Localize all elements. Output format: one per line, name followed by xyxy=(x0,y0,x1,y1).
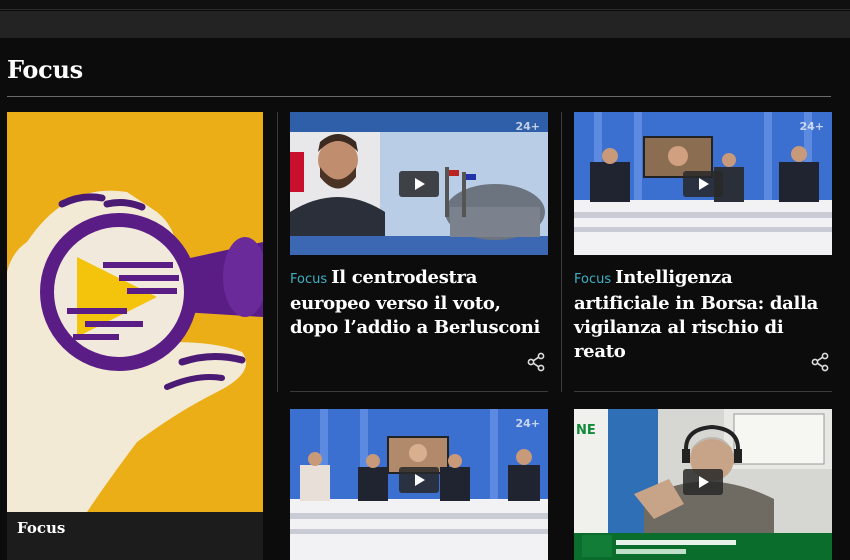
card-headline[interactable]: Focus Intelligenza artificiale in Borsa: … xyxy=(574,266,832,364)
card-headline[interactable]: Focus Il centrodestra europeo verso il vo… xyxy=(290,266,548,340)
video-thumbnail[interactable]: 24+ xyxy=(574,112,832,255)
headline-text[interactable]: Il centrodestra europeo verso il voto, d… xyxy=(290,267,540,338)
column-divider xyxy=(277,112,278,392)
kicker-label[interactable]: Focus xyxy=(290,272,327,287)
feature-label[interactable]: Focus xyxy=(17,519,65,537)
channel-logo: 24+ xyxy=(515,120,540,133)
section-title: Focus xyxy=(7,55,83,84)
channel-logo: 24+ xyxy=(515,417,540,430)
video-thumbnail[interactable]: NE xyxy=(574,409,832,560)
section-divider xyxy=(7,96,831,97)
row-divider xyxy=(574,391,832,392)
video-thumbnail[interactable]: 24+ xyxy=(290,112,548,255)
channel-logo: NE xyxy=(576,423,596,438)
column-divider xyxy=(561,112,562,392)
magnifier-hand-illustration xyxy=(7,112,263,512)
kicker-label[interactable]: Focus xyxy=(574,272,611,287)
video-card[interactable]: 24+ xyxy=(290,409,548,560)
top-bar xyxy=(0,0,850,10)
play-icon[interactable] xyxy=(683,170,723,197)
video-thumbnail[interactable]: 24+ xyxy=(290,409,548,560)
share-icon[interactable] xyxy=(810,352,830,372)
video-card[interactable]: 24+ Focus Intelligenza artificiale in Bor… xyxy=(574,112,832,364)
navigation-bar xyxy=(0,11,850,38)
share-icon[interactable] xyxy=(526,352,546,372)
play-icon[interactable] xyxy=(683,468,723,495)
play-icon[interactable] xyxy=(399,170,439,197)
row-divider xyxy=(290,391,548,392)
video-card[interactable]: NE xyxy=(574,409,832,560)
play-icon[interactable] xyxy=(399,466,439,493)
feature-card[interactable]: Focus xyxy=(7,112,263,560)
channel-logo: 24+ xyxy=(799,120,824,133)
video-card[interactable]: 24+ Focus Il centrodestra europeo verso i… xyxy=(290,112,548,340)
